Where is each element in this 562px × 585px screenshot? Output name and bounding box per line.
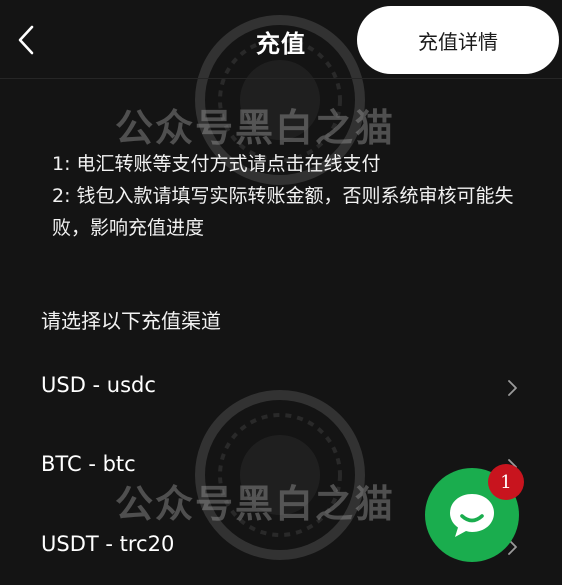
top-bar: 充值 充值详情 [0, 0, 562, 79]
channel-label: USDT - trc20 [41, 532, 175, 556]
channel-heading: 请选择以下充值渠道 [41, 309, 221, 333]
recharge-details-button[interactable]: 充值详情 [357, 6, 559, 74]
notice-line-1: 1: 电汇转账等支付方式请点击在线支付 [52, 153, 381, 175]
notice-text: 1: 电汇转账等支付方式请点击在线支付 2: 钱包入款请填写实际转账金额，否则系… [52, 148, 522, 244]
notification-badge: 1 [488, 464, 524, 500]
watermark-text: 公众号黑白之猫 [115, 106, 396, 150]
chat-bubble-icon [450, 494, 494, 537]
chevron-left-icon [18, 25, 34, 55]
chevron-right-icon [508, 380, 517, 396]
back-button[interactable] [8, 18, 44, 62]
channel-label: BTC - btc [41, 452, 136, 476]
notice-line-2: 2: 钱包入款请填写实际转账金额，否则系统审核可能失败，影响充值进度 [52, 185, 514, 239]
channel-item-usdc[interactable]: USD - usdc [0, 353, 562, 423]
channel-label: USD - usdc [41, 373, 156, 397]
